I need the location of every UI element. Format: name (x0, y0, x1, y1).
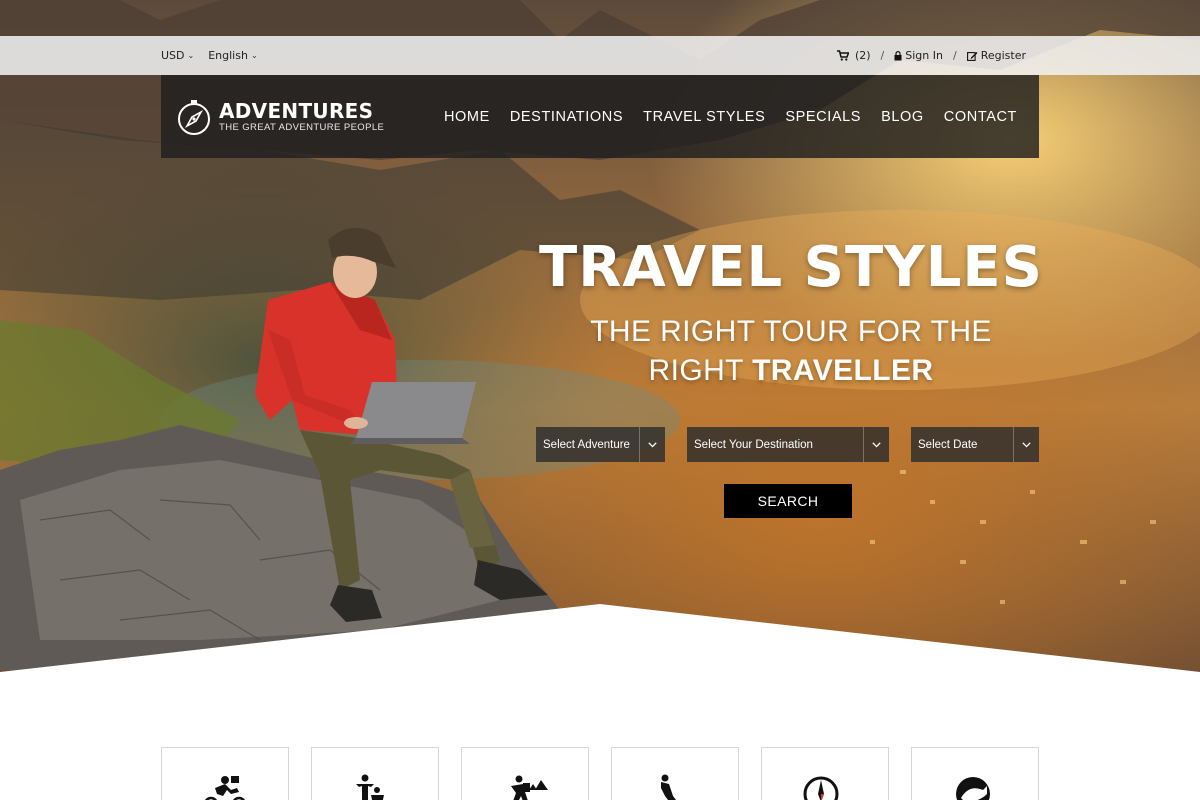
nav-blog[interactable]: BLOG (881, 109, 924, 125)
register-label: Register (980, 49, 1026, 62)
hero-subtitle-bold: TRAVELLER (752, 354, 934, 387)
style-card-skiing[interactable] (611, 747, 739, 800)
style-card-cycling[interactable] (161, 747, 289, 800)
edit-icon (966, 51, 978, 61)
skiing-icon (661, 774, 676, 800)
nav-home[interactable]: HOME (444, 109, 490, 125)
style-card-navigation[interactable] (761, 747, 889, 800)
search-button[interactable]: SEARCH (724, 484, 852, 518)
separator: / (880, 49, 885, 62)
chevron-down-icon (863, 427, 889, 462)
cart-count: (2) (854, 49, 871, 62)
wildlife-icon (956, 777, 990, 800)
sign-in-label: Sign In (905, 49, 943, 62)
currency-dropdown[interactable]: USD ⌄ (161, 49, 194, 62)
site-logo[interactable]: ADVENTURES THE GREAT ADVENTURE PEOPLE (175, 98, 384, 136)
chevron-down-icon: ⌄ (187, 51, 195, 60)
nav-travel-styles[interactable]: TRAVEL STYLES (643, 109, 765, 125)
sign-in-link[interactable]: Sign In (894, 49, 943, 62)
travel-style-cards (161, 747, 1039, 800)
top-utility-bar: USD ⌄ English ⌄ (2) / Sign In / Register (0, 36, 1200, 75)
chevron-down-icon (639, 427, 665, 462)
main-navigation: HOME DESTINATIONS TRAVEL STYLES SPECIALS… (444, 75, 1017, 158)
nav-destinations[interactable]: DESTINATIONS (510, 109, 623, 125)
language-label: English (208, 49, 248, 62)
style-card-hiking[interactable] (461, 747, 589, 800)
separator: / (952, 49, 957, 62)
cart-link[interactable]: (2) (836, 49, 871, 62)
style-card-wildlife[interactable] (911, 747, 1039, 800)
brand-tagline: THE GREAT ADVENTURE PEOPLE (219, 122, 385, 133)
hero-subtitle-line2: RIGHT TRAVELLER (536, 351, 1046, 390)
language-dropdown[interactable]: English ⌄ (208, 49, 257, 62)
compass-logo-icon (178, 99, 210, 135)
chevron-down-icon (1013, 427, 1039, 462)
family-icon (356, 774, 384, 800)
select-date-label: Select Date (918, 438, 978, 451)
hero-subtitle-regular: RIGHT (648, 354, 753, 387)
hero-subtitle: THE RIGHT TOUR FOR THE RIGHT TRAVELLER (536, 312, 1046, 390)
hero-title: TRAVEL STYLES (539, 235, 1043, 300)
main-header: ADVENTURES THE GREAT ADVENTURE PEOPLE HO… (161, 75, 1039, 158)
nav-specials[interactable]: SPECIALS (785, 109, 861, 125)
select-destination-dropdown[interactable]: Select Your Destination (687, 427, 889, 462)
hero-subtitle-line1: THE RIGHT TOUR FOR THE (590, 315, 992, 348)
register-link[interactable]: Register (966, 49, 1026, 62)
nav-contact[interactable]: CONTACT (944, 109, 1017, 125)
hero-bottom-divider (0, 604, 1200, 680)
select-date-dropdown[interactable]: Select Date (911, 427, 1039, 462)
hiking-icon (511, 775, 548, 800)
currency-label: USD (161, 49, 185, 62)
brand-name: ADVENTURES (219, 99, 374, 123)
select-adventure-dropdown[interactable]: Select Adventure (536, 427, 665, 462)
lock-icon (894, 50, 902, 60)
compass-icon (803, 776, 839, 800)
cart-icon (836, 50, 849, 61)
style-card-family[interactable] (311, 747, 439, 800)
select-adventure-label: Select Adventure (543, 438, 630, 451)
cycling-icon (204, 776, 246, 800)
chevron-down-icon: ⌄ (250, 51, 258, 60)
select-destination-label: Select Your Destination (694, 438, 813, 451)
